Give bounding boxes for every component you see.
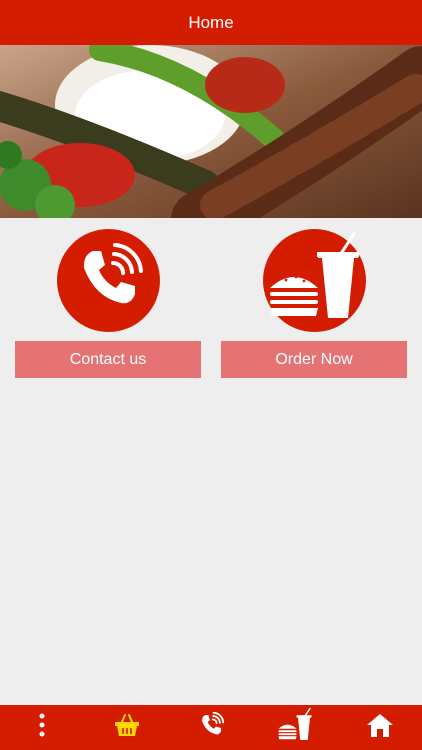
app-bar: Home (0, 0, 422, 45)
nav-menu[interactable] (12, 705, 72, 750)
burger-drink-icon (277, 707, 313, 748)
burger-drink-icon (266, 230, 362, 331)
order-tile: Order Now (221, 229, 407, 378)
bottom-nav (0, 705, 422, 750)
contact-circle-button[interactable] (56, 229, 160, 332)
nav-basket[interactable] (97, 705, 157, 750)
basket-icon (114, 713, 140, 742)
nav-home[interactable] (350, 705, 410, 750)
hero-food-image (0, 45, 422, 218)
phone-icon (198, 711, 225, 743)
home-icon (366, 712, 394, 743)
more-vertical-icon (38, 713, 46, 742)
order-circle-button[interactable] (262, 229, 366, 332)
contact-tile: Contact us (15, 229, 201, 378)
order-now-button[interactable]: Order Now (221, 341, 407, 378)
contact-us-button[interactable]: Contact us (15, 341, 201, 378)
nav-call[interactable] (181, 705, 241, 750)
nav-order[interactable] (265, 705, 325, 750)
page-title: Home (188, 12, 234, 32)
phone-icon (73, 243, 143, 318)
